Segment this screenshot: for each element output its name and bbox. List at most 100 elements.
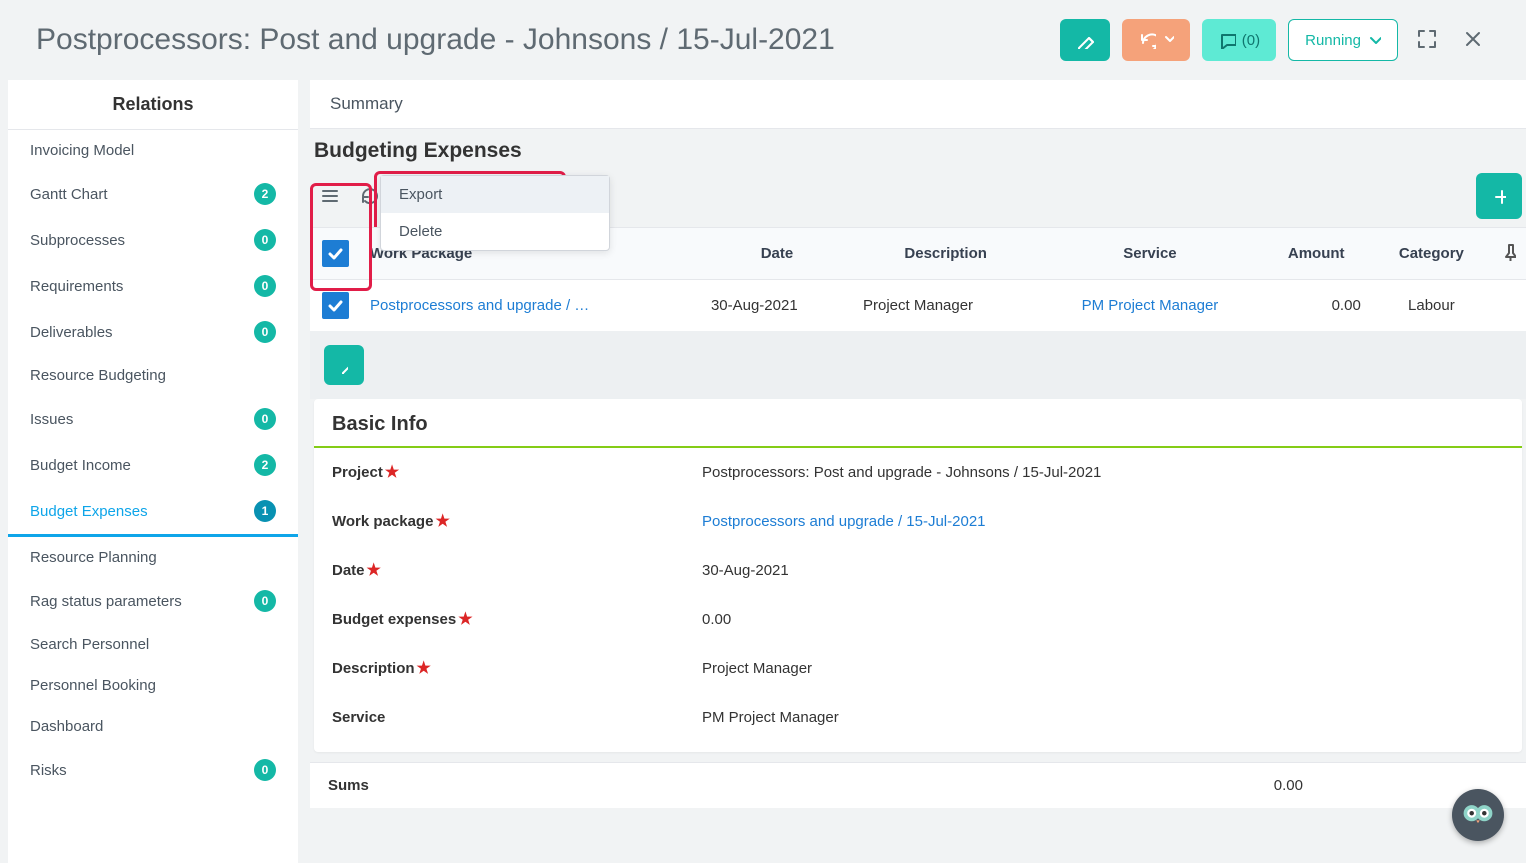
- field-value[interactable]: Postprocessors and upgrade / 15-Jul-2021: [702, 513, 986, 530]
- chevron-down-icon: [1367, 31, 1381, 49]
- required-star-icon: ★: [458, 612, 472, 628]
- sidebar-item-label: Risks: [30, 762, 67, 779]
- edit-button[interactable]: [1060, 19, 1110, 61]
- cell-description: Project Manager: [853, 280, 1038, 332]
- sidebar-badge: 0: [254, 408, 276, 430]
- required-star-icon: ★: [417, 661, 431, 677]
- field-row: Project★Postprocessors: Post and upgrade…: [314, 448, 1522, 497]
- field-row: Budget expenses★0.00: [314, 595, 1522, 644]
- sidebar-item-risks[interactable]: Risks 0: [8, 747, 298, 793]
- speech-icon: [1218, 31, 1236, 49]
- sidebar-item-label: Dashboard: [30, 718, 103, 735]
- sidebar-item-label: Personnel Booking: [30, 677, 156, 694]
- sidebar-item-budget-income[interactable]: Budget Income 2: [8, 442, 298, 488]
- sidebar-item-label: Issues: [30, 411, 73, 428]
- cell-category: Labour: [1371, 280, 1492, 332]
- sidebar-item-deliverables[interactable]: Deliverables 0: [8, 309, 298, 355]
- comments-count: (0): [1242, 32, 1260, 49]
- field-value: Project Manager: [702, 660, 812, 677]
- sidebar-item-label: Requirements: [30, 278, 123, 295]
- required-star-icon: ★: [385, 465, 399, 481]
- sidebar-item-issues[interactable]: Issues 0: [8, 396, 298, 442]
- required-star-icon: ★: [367, 563, 381, 579]
- hamburger-icon: [320, 186, 338, 204]
- sidebar-badge: 0: [254, 590, 276, 612]
- sidebar-item-label: Resource Budgeting: [30, 367, 166, 384]
- sidebar-item-resource-budgeting[interactable]: Resource Budgeting: [8, 355, 298, 396]
- help-avatar[interactable]: [1452, 789, 1504, 841]
- sidebar-item-resource-planning[interactable]: Resource Planning: [8, 537, 298, 578]
- refresh-icon: [1138, 31, 1156, 49]
- fullscreen-icon: [1416, 28, 1438, 50]
- cell-service[interactable]: PM Project Manager: [1038, 280, 1261, 332]
- field-row: ServicePM Project Manager: [314, 693, 1522, 742]
- sidebar-badge: 0: [254, 275, 276, 297]
- add-button[interactable]: [1476, 173, 1522, 219]
- field-value: Postprocessors: Post and upgrade - Johns…: [702, 464, 1101, 481]
- check-icon: [327, 297, 343, 315]
- check-icon: [327, 245, 343, 263]
- fullscreen-button[interactable]: [1410, 22, 1444, 59]
- page-title: Postprocessors: Post and upgrade - Johns…: [36, 23, 1048, 57]
- col-service[interactable]: Service: [1038, 228, 1261, 280]
- tab-summary[interactable]: Summary: [310, 80, 1526, 129]
- sidebar-item-personnel-booking[interactable]: Personnel Booking: [8, 665, 298, 706]
- col-amount[interactable]: Amount: [1262, 228, 1371, 280]
- cell-amount: 0.00: [1262, 280, 1371, 332]
- table-row[interactable]: Postprocessors and upgrade / …30-Aug-202…: [310, 280, 1526, 332]
- sidebar-item-label: Subprocesses: [30, 232, 125, 249]
- card-title: Basic Info: [314, 399, 1522, 448]
- sidebar-item-subprocesses[interactable]: Subprocesses0: [8, 217, 298, 263]
- sidebar-item-rag-status-parameters[interactable]: Rag status parameters 0: [8, 578, 298, 624]
- sidebar-item-label: Budget Expenses: [30, 503, 148, 520]
- cell-work-package[interactable]: Postprocessors and upgrade / …: [360, 280, 701, 332]
- cell-date: 30-Aug-2021: [701, 280, 853, 332]
- sidebar-item-requirements[interactable]: Requirements 0: [8, 263, 298, 309]
- close-button[interactable]: [1456, 22, 1490, 59]
- sidebar-title: Relations: [8, 80, 298, 130]
- refresh-dropdown-button[interactable]: [1122, 19, 1190, 61]
- row-context-menu: Export Delete: [380, 175, 610, 251]
- field-row: Date★30-Aug-2021: [314, 546, 1522, 595]
- reload-icon: [360, 186, 378, 204]
- pin-icon[interactable]: [1502, 243, 1516, 261]
- sidebar-item-label: Deliverables: [30, 324, 113, 341]
- required-star-icon: ★: [435, 514, 449, 530]
- plus-icon: [1492, 187, 1506, 205]
- sidebar-item-budget-expenses[interactable]: Budget Expenses 1: [8, 488, 298, 537]
- sidebar-badge: 1: [254, 500, 276, 522]
- menu-item-delete[interactable]: Delete: [381, 213, 609, 250]
- field-row: Work package★Postprocessors and upgrade …: [314, 497, 1522, 546]
- field-label: Work package★: [332, 513, 702, 530]
- field-value: 30-Aug-2021: [702, 562, 789, 579]
- sidebar-badge: 0: [254, 321, 276, 343]
- row-checkbox[interactable]: [322, 292, 349, 319]
- status-label: Running: [1305, 32, 1361, 49]
- edit-row-button[interactable]: [324, 345, 364, 385]
- col-date[interactable]: Date: [701, 228, 853, 280]
- sidebar-item-search-personnel[interactable]: Search Personnel: [8, 624, 298, 665]
- col-category[interactable]: Category: [1371, 228, 1492, 280]
- col-description[interactable]: Description: [853, 228, 1038, 280]
- section-title: Budgeting Expenses: [310, 129, 1526, 169]
- sidebar-badge: 2: [254, 183, 276, 205]
- sidebar-item-gantt-chart[interactable]: Gantt Chart 2: [8, 171, 298, 217]
- select-all-checkbox[interactable]: [322, 240, 349, 267]
- sidebar-item-label: Gantt Chart: [30, 186, 108, 203]
- pencil-icon: [340, 356, 348, 374]
- sidebar-badge: 0: [254, 759, 276, 781]
- field-label: Project★: [332, 464, 702, 481]
- sidebar-item-dashboard[interactable]: Dashboard: [8, 706, 298, 747]
- sidebar-item-invoicing-model[interactable]: Invoicing Model: [8, 130, 298, 171]
- status-dropdown[interactable]: Running: [1288, 19, 1398, 61]
- field-row: Description★Project Manager: [314, 644, 1522, 693]
- menu-button[interactable]: [314, 180, 344, 213]
- menu-item-export[interactable]: Export: [381, 176, 609, 213]
- sidebar-badge: 2: [254, 454, 276, 476]
- sums-label: Sums: [328, 777, 1268, 794]
- sidebar-item-label: Rag status parameters: [30, 593, 182, 610]
- sidebar-item-label: Resource Planning: [30, 549, 157, 566]
- owl-icon: [1460, 797, 1496, 833]
- sidebar-item-label: Budget Income: [30, 457, 131, 474]
- comments-button[interactable]: (0): [1202, 19, 1276, 61]
